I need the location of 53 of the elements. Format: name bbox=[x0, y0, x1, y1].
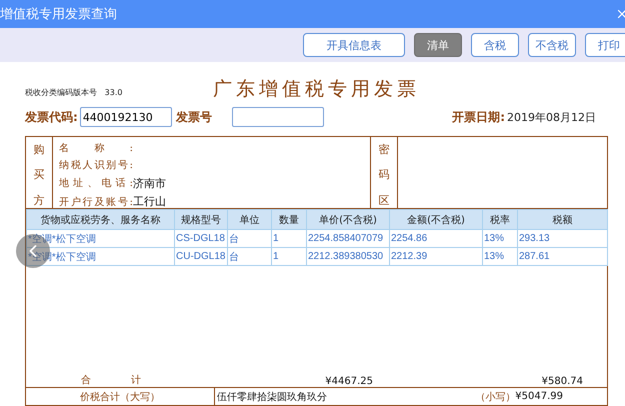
total-tax: ¥580.74 bbox=[540, 376, 584, 387]
table-cell: 台 bbox=[228, 230, 272, 248]
table-cell: 13% bbox=[482, 230, 518, 248]
close-icon[interactable] bbox=[615, 7, 625, 21]
table-cell: 293.13 bbox=[518, 230, 608, 248]
table-cell: 287.61 bbox=[518, 248, 608, 266]
column-header: 单价(不含税) bbox=[306, 210, 390, 230]
cipher-label: 密码区 bbox=[378, 142, 390, 209]
column-header: 税率 bbox=[482, 210, 518, 230]
number-label: 发票号 bbox=[176, 108, 212, 126]
number-field[interactable] bbox=[232, 107, 324, 127]
grand-total-words: 伍仟零肆拾柒圆玖角玖分 bbox=[217, 390, 327, 404]
window-title: 增值税专用发票查询 bbox=[0, 6, 117, 23]
lowercase-label: （小写） bbox=[475, 390, 516, 404]
grand-total-amount: ¥5047.99 bbox=[515, 391, 563, 402]
code-field[interactable]: 4400192130 bbox=[80, 107, 172, 127]
column-header: 货物或应税劳务、服务名称 bbox=[26, 210, 174, 230]
column-header: 金额(不含税) bbox=[390, 210, 482, 230]
table-cell: 2212.389380530 bbox=[306, 248, 390, 266]
invoice-title: 广东增值税专用发票 bbox=[213, 77, 420, 102]
toolbar-button[interactable]: 清单 bbox=[414, 33, 462, 57]
table-cell: CS-DGL18 bbox=[174, 230, 228, 248]
version-label: 税收分类编码版本号 33.0 bbox=[25, 87, 124, 99]
code-label: 发票代码: bbox=[25, 108, 78, 126]
date-label: 开票日期: bbox=[452, 108, 505, 126]
table-cell: 台 bbox=[228, 248, 272, 266]
toolbar-button[interactable]: 含税 bbox=[471, 33, 519, 57]
table-cell: 13% bbox=[482, 248, 518, 266]
grand-total-label: 价税合计（大写） bbox=[80, 390, 160, 404]
toolbar-button[interactable]: 开具信息表 bbox=[303, 33, 405, 57]
total-label: 合计 bbox=[80, 374, 182, 387]
date-value: 2019年08月12日 bbox=[507, 110, 596, 124]
field-label: 开户行及账号: bbox=[59, 196, 133, 209]
field-value: 济南市 bbox=[133, 176, 166, 191]
table-cell: 2254.86 bbox=[390, 230, 482, 248]
field-value: 工行山 bbox=[133, 194, 166, 210]
column-header: 规格型号 bbox=[174, 210, 228, 230]
table-cell: 1 bbox=[272, 248, 306, 266]
field-label: 名称: bbox=[59, 142, 133, 155]
table-cell: *空调*松下空调 bbox=[26, 230, 174, 248]
table-cell: 1 bbox=[272, 230, 306, 248]
table-cell: 2254.858407079 bbox=[306, 230, 390, 248]
table-cell: 2212.39 bbox=[390, 248, 482, 266]
table-cell: CU-DGL18 bbox=[174, 248, 228, 266]
column-header: 税额 bbox=[518, 210, 608, 230]
field-label: 地址、电话: bbox=[59, 176, 133, 190]
field-label: 纳税人识别号: bbox=[59, 158, 133, 172]
total-amount: ¥4467.25 bbox=[324, 376, 374, 387]
toolbar-button[interactable]: 不含税 bbox=[528, 33, 576, 57]
buyer-label: 购买方 bbox=[34, 142, 44, 209]
column-header: 数量 bbox=[272, 210, 306, 230]
column-header: 单位 bbox=[228, 210, 272, 230]
toolbar-button[interactable]: 打印 bbox=[585, 33, 625, 57]
